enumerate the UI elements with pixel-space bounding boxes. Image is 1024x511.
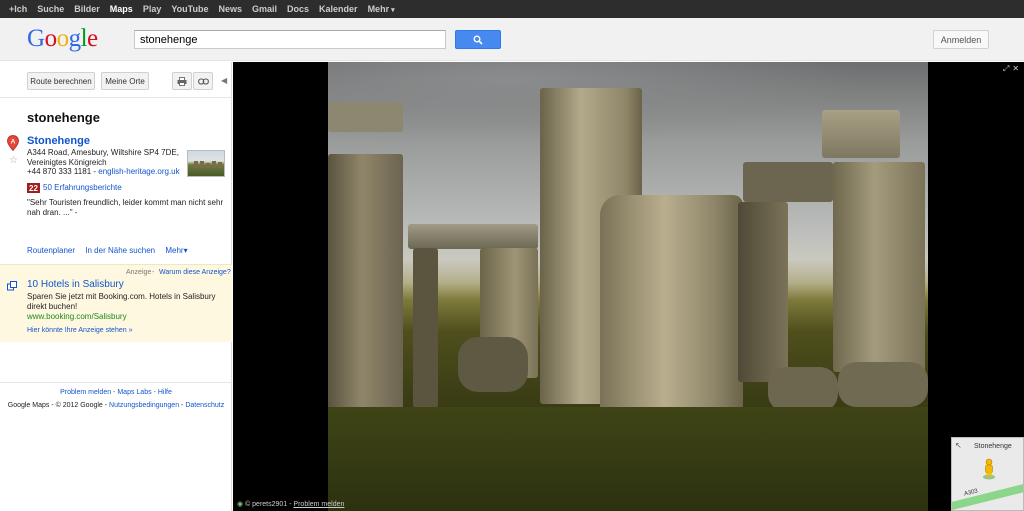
ad-url: www.booking.com/Salisbury [27, 312, 127, 321]
search-button[interactable] [455, 30, 501, 49]
ad-separator: - [152, 269, 155, 276]
search-icon [473, 35, 483, 45]
print-button[interactable] [172, 72, 192, 90]
gbar-item-maps[interactable]: Maps [110, 4, 133, 14]
sponsored-ad: Anzeige - Warum diese Anzeige? 10 Hotels… [0, 264, 232, 342]
minimap-label: Stonehenge [974, 443, 1012, 450]
gbar-item-mehr[interactable]: Mehr ▾ [368, 4, 395, 14]
copyright-text: Google Maps - © 2012 Google [7, 402, 103, 409]
help-link[interactable]: Hilfe [158, 389, 172, 396]
stonehenge-photo[interactable] [328, 62, 928, 511]
search-nearby-link[interactable]: In der Nähe suchen [85, 246, 155, 255]
footer-copyright: Google Maps - © 2012 Google - Nutzungsbe… [7, 402, 225, 409]
link-icon [197, 77, 209, 85]
left-panel: Route berechnen Meine Orte ◀ stonehenge … [0, 62, 232, 511]
pegman-icon[interactable] [982, 458, 996, 480]
review-count-badge: 22 [27, 183, 40, 193]
ad-windows-icon [7, 281, 17, 291]
header: Google Anmelden [0, 18, 1024, 61]
star-icon[interactable]: ☆ [9, 155, 18, 166]
ad-text: Sparen Sie jetzt mit Booking.com. Hotels… [27, 292, 216, 311]
print-icon [177, 76, 187, 86]
gbar-item-kalender[interactable]: Kalender [319, 4, 358, 14]
gbar-item-ich[interactable]: +Ich [9, 4, 27, 14]
google-bar: +Ich Suche Bilder Maps Play YouTube News… [0, 0, 1024, 18]
reviews-link[interactable]: 50 Erfahrungsberichte [43, 183, 122, 192]
result-thumbnail[interactable] [187, 150, 225, 177]
terms-link[interactable]: Nutzungsbedingungen [109, 402, 179, 409]
expand-icon[interactable]: ⤢ [1003, 64, 1009, 73]
panoramio-logo: ◉ [237, 501, 244, 508]
close-icon[interactable]: ✕ [1012, 64, 1019, 73]
result-contact: +44 870 333 1181 - english-heritage.org.… [27, 167, 180, 176]
gbar-item-youtube[interactable]: YouTube [171, 4, 208, 14]
marker-letter: A [11, 138, 16, 145]
report-problem-link[interactable]: Problem melden [60, 389, 111, 396]
result-name-link[interactable]: Stonehenge [27, 135, 90, 147]
expand-map-icon[interactable]: ↖ [955, 441, 962, 450]
directions-link[interactable]: Routenplaner [27, 246, 75, 255]
collapse-panel-icon[interactable]: ◀ [221, 76, 227, 85]
result-phone: +44 870 333 1181 [27, 167, 92, 176]
ad-label: Anzeige [126, 269, 152, 276]
result-website-link[interactable]: english-heritage.org.uk [98, 167, 179, 176]
signin-button[interactable]: Anmelden [933, 30, 989, 49]
more-link[interactable]: Mehr▾ [165, 246, 187, 255]
map-marker-icon[interactable]: A [7, 135, 19, 151]
query-title: stonehenge [27, 110, 100, 125]
gbar-more-label: Mehr [367, 4, 390, 14]
minimap-road [952, 480, 1023, 510]
photo-viewer[interactable]: ⤢ ✕ ◉ © perets2901 - Problem melden [233, 62, 1024, 511]
result-actions: Routenplaner In der Nähe suchen Mehr▾ [27, 246, 196, 255]
ad-your-ad-link[interactable]: Hier könnte Ihre Anzeige stehen » [27, 327, 132, 334]
link-button[interactable] [193, 72, 213, 90]
panel-toolbar: Route berechnen Meine Orte ◀ [0, 62, 232, 98]
gbar-item-docs[interactable]: Docs [287, 4, 309, 14]
chevron-down-icon: ▾ [183, 246, 188, 255]
photo-controls: ⤢ ✕ [1003, 64, 1019, 73]
gbar-item-gmail[interactable]: Gmail [252, 4, 277, 14]
google-logo[interactable]: Google [27, 25, 98, 53]
gbar-item-bilder[interactable]: Bilder [74, 4, 100, 14]
maps-labs-link[interactable]: Maps Labs [117, 389, 151, 396]
more-link-label: Mehr [165, 246, 184, 255]
route-button[interactable]: Route berechnen [27, 72, 95, 90]
photo-credit: ◉ © perets2901 - Problem melden [237, 500, 344, 508]
gbar-item-suche[interactable]: Suche [37, 4, 64, 14]
result-address: A344 Road, Amesbury, Wiltshire SP4 7DE, … [27, 148, 179, 167]
photo-report-link[interactable]: Problem melden [293, 501, 344, 508]
privacy-link[interactable]: Datenschutz [185, 402, 224, 409]
review-snippet: "Sehr Touristen freundlich, leider kommt… [27, 198, 224, 217]
photo-credit-text: © perets2901 - [245, 501, 292, 508]
ad-why-link[interactable]: Warum diese Anzeige? [159, 269, 231, 276]
gbar-item-play[interactable]: Play [143, 4, 162, 14]
search-input[interactable] [134, 30, 446, 49]
gbar-item-news[interactable]: News [219, 4, 243, 14]
mini-map[interactable]: ↖ Stonehenge A303 [951, 437, 1024, 511]
my-places-button[interactable]: Meine Orte [101, 72, 149, 90]
chevron-down-icon: ▾ [391, 7, 395, 14]
footer-links: Problem melden - Maps Labs - Hilfe [60, 389, 172, 396]
ad-title-link[interactable]: 10 Hotels in Salisbury [27, 279, 124, 290]
panel-footer: Problem melden - Maps Labs - Hilfe Googl… [0, 382, 232, 409]
